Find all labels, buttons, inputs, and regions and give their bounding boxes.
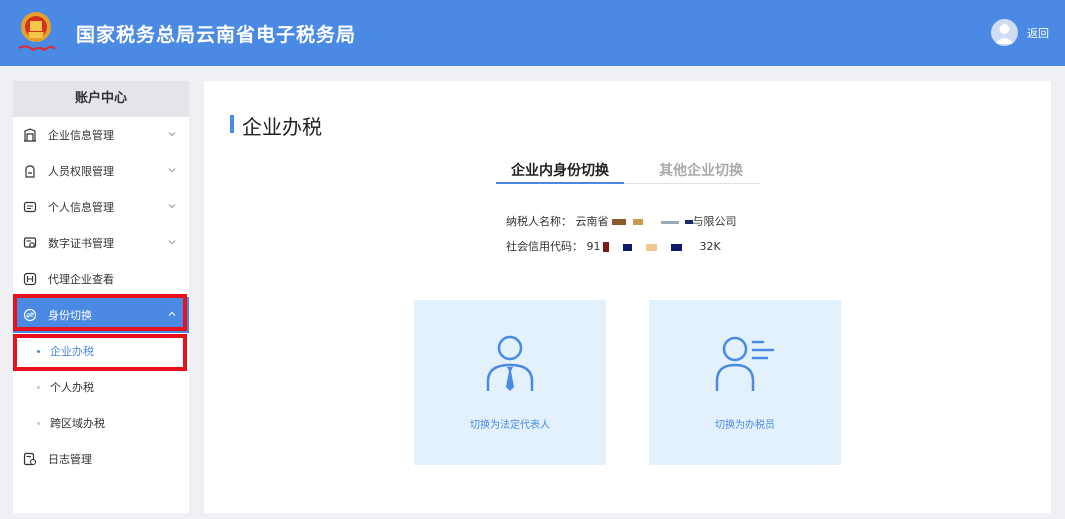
account-center-sidebar: 账户中心 企业信息管理 人员权限管理 个人信息管理 数字证书管理 代理企业查看 [13, 81, 189, 513]
sidebar-heading: 账户中心 [13, 81, 189, 117]
sidebar-item-agency-view[interactable]: 代理企业查看 [13, 261, 189, 297]
credit-code-row: 社会信用代码： 91 32K [506, 238, 721, 254]
credit-code-end: 32K [699, 240, 721, 253]
legal-representative-icon [486, 335, 534, 391]
taxpayer-name-end: 与限公司 [692, 215, 737, 228]
sidebar-item-label: 企业信息管理 [48, 129, 114, 142]
tax-agent-icon [715, 336, 775, 391]
taxpayer-name-row: 纳税人名称： 云南省 与限公司 [506, 213, 737, 229]
tab-other-company-switch[interactable]: 其他企业切换 [659, 160, 743, 180]
redaction-mask [670, 243, 682, 251]
active-tab-underline [496, 182, 624, 184]
taxpayer-name-label: 纳税人名称： [506, 215, 572, 228]
id-card-icon [22, 199, 38, 215]
sidebar-item-label: 代理企业查看 [48, 273, 114, 286]
switch-to-legal-representative-card[interactable]: 切换为法定代表人 [414, 300, 606, 465]
redaction-mask [611, 219, 626, 225]
switch-identity-icon [22, 307, 38, 323]
card-label: 切换为办税员 [715, 420, 775, 431]
main-content: 企业办税 企业内身份切换 其他企业切换 纳税人名称： 云南省 与限公司 社会信用代… [204, 81, 1051, 513]
credit-code-label: 社会信用代码： [506, 240, 583, 253]
agency-icon [22, 271, 38, 287]
chevron-down-icon [168, 204, 176, 209]
bullet-dot [37, 349, 40, 353]
taxpayer-name-start: 云南省 [575, 215, 609, 228]
chevron-up-icon [168, 311, 176, 316]
title-accent-bar [230, 115, 234, 133]
user-icon [995, 24, 1014, 44]
person-lock-icon [22, 163, 38, 179]
sidebar-subitem-cross-region-tax[interactable]: 跨区域办税 [13, 405, 189, 441]
page-title: 企业办税 [242, 115, 322, 139]
sidebar-subitem-enterprise-tax[interactable]: 企业办税 [13, 333, 189, 369]
sidebar-item-label: 人员权限管理 [48, 165, 114, 178]
sidebar-item-label: 个人信息管理 [48, 201, 114, 214]
tab-internal-switch[interactable]: 企业内身份切换 [511, 160, 609, 180]
bullet-dot [37, 421, 40, 425]
redaction-mask [622, 243, 632, 251]
sidebar-item-label: 数字证书管理 [48, 237, 114, 250]
redaction-mask [684, 220, 693, 224]
sidebar-item-digital-certificate[interactable]: 数字证书管理 [13, 225, 189, 261]
tax-emblem-logo [18, 12, 56, 52]
sidebar-subitem-label: 跨区域办税 [50, 417, 105, 430]
building-icon [22, 127, 38, 143]
sidebar-subitem-label: 个人办税 [50, 381, 94, 394]
site-title: 国家税务总局云南省电子税务局 [76, 24, 357, 46]
chevron-down-icon [168, 240, 176, 245]
sidebar-item-company-info[interactable]: 企业信息管理 [13, 117, 189, 153]
switch-to-tax-agent-card[interactable]: 切换为办税员 [649, 300, 841, 465]
sidebar-subitem-personal-tax[interactable]: 个人办税 [13, 369, 189, 405]
redaction-mask [602, 242, 609, 252]
top-header: 国家税务总局云南省电子税务局 返回 [0, 0, 1065, 66]
card-label: 切换为法定代表人 [470, 420, 550, 431]
credit-code-start: 91 [586, 240, 601, 253]
chevron-down-icon [168, 168, 176, 173]
back-link[interactable]: 返回 [1027, 25, 1049, 41]
log-icon [22, 451, 38, 467]
redaction-mask [660, 220, 679, 224]
sidebar-item-label: 日志管理 [48, 453, 92, 466]
sidebar-item-personnel-permission[interactable]: 人员权限管理 [13, 153, 189, 189]
sidebar-item-identity-switch[interactable]: 身份切换 [13, 297, 189, 333]
redaction-mask [645, 243, 657, 251]
certificate-icon [22, 235, 38, 251]
sidebar-subitem-label: 企业办税 [50, 345, 94, 358]
sidebar-item-label: 身份切换 [48, 309, 92, 322]
tab-divider [624, 183, 760, 184]
bullet-dot [37, 385, 40, 389]
redaction-mask [632, 219, 643, 225]
sidebar-item-personal-info[interactable]: 个人信息管理 [13, 189, 189, 225]
user-avatar[interactable] [991, 19, 1018, 46]
sidebar-item-log-management[interactable]: 日志管理 [13, 441, 189, 477]
chevron-down-icon [168, 132, 176, 137]
